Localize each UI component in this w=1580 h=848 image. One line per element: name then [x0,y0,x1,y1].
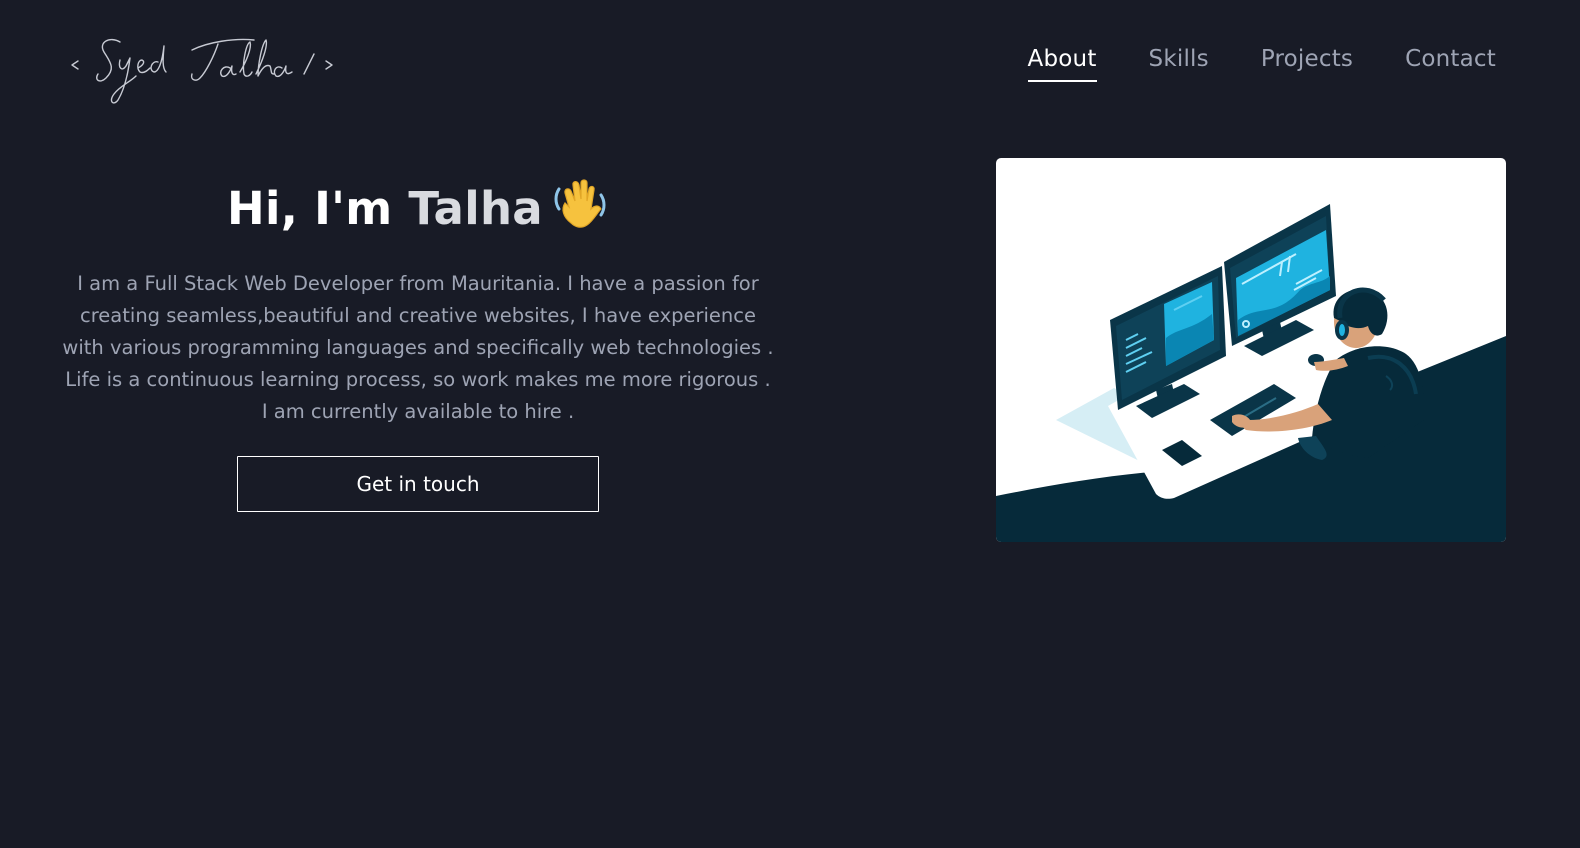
nav-projects[interactable]: Projects [1261,46,1353,82]
page: About Skills Projects Contact Hi, I'm Ta… [0,0,1580,848]
waving-hand-icon [551,175,609,242]
nav-skills[interactable]: Skills [1149,46,1209,82]
developer-at-desk-icon [996,204,1506,542]
hero-title: Hi, I'm Talha [58,178,778,242]
main-nav: About Skills Projects Contact [976,46,1496,82]
hero-name: Talha [408,182,543,235]
nav-about[interactable]: About [1027,46,1097,82]
signature-logo-icon [71,38,333,104]
hero-description: I am a Full Stack Web Developer from Mau… [62,271,774,423]
greeting-text: Hi, I'm [227,182,409,235]
hero-section: Hi, I'm Talha I am a Full Stack Web Deve… [58,178,778,512]
site-logo[interactable] [68,28,348,108]
get-in-touch-button[interactable]: Get in touch [237,455,599,512]
developer-illustration [996,158,1506,542]
nav-contact[interactable]: Contact [1405,46,1496,82]
